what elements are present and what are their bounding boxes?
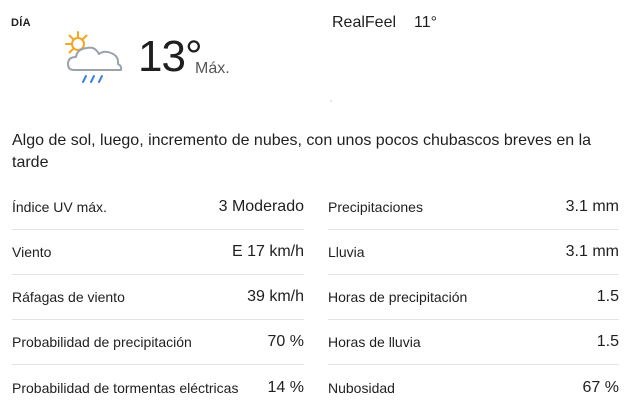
- detail-label: Horas de precipitación: [328, 289, 468, 305]
- detail-value: 3.1 mm: [565, 243, 619, 260]
- detail-label: Ráfagas de viento: [12, 289, 125, 305]
- realfeel-label: RealFeel: [332, 14, 397, 31]
- detail-value: 1.5: [596, 288, 619, 305]
- detail-value: E 17 km/h: [231, 243, 304, 260]
- day-label: DÍA: [11, 17, 31, 29]
- detail-label: Viento: [12, 244, 52, 260]
- detail-row-rain-hours: Horas de lluvia 1.5: [328, 320, 619, 365]
- detail-row-rain: Lluvia 3.1 mm: [328, 230, 619, 275]
- realfeel-value: 11°: [414, 14, 438, 31]
- detail-value: 70 %: [267, 333, 304, 350]
- detail-value: 67 %: [582, 378, 619, 396]
- detail-label: Probabilidad de precipitación: [12, 334, 192, 350]
- max-temperature: 13°: [138, 32, 203, 81]
- detail-label: Horas de lluvia: [328, 334, 421, 350]
- detail-row-gusts: Ráfagas de viento 39 km/h: [12, 275, 304, 320]
- detail-row-cloud-cover: Nubosidad 67 %: [328, 365, 619, 410]
- partly-sunny-showers-icon: [65, 31, 123, 83]
- detail-label: Índice UV máx.: [12, 199, 107, 215]
- details-left-column: Índice UV máx. 3 Moderado Viento E 17 km…: [12, 185, 304, 410]
- detail-value: 3.1 mm: [565, 198, 619, 215]
- detail-label: Nubosidad: [328, 379, 395, 396]
- forecast-phrase: Algo de sol, luego, incremento de nubes,…: [12, 132, 592, 171]
- detail-value: 1.5: [596, 333, 619, 350]
- detail-value: 14 %: [267, 378, 304, 396]
- detail-row-thunderstorm-probability: Probabilidad de tormentas eléctricas 14 …: [12, 365, 304, 410]
- detail-row-precipitation: Precipitaciones 3.1 mm: [328, 185, 619, 230]
- detail-label: Lluvia: [328, 244, 365, 260]
- detail-value: 3 Moderado: [218, 198, 304, 215]
- divider-dot: [330, 100, 332, 102]
- detail-row-precip-probability: Probabilidad de precipitación 70 %: [12, 320, 304, 365]
- max-temperature-suffix: Máx.: [195, 60, 230, 77]
- detail-label: Probabilidad de tormentas eléctricas: [12, 379, 239, 396]
- detail-row-uv: Índice UV máx. 3 Moderado: [12, 185, 304, 230]
- details-right-column: Precipitaciones 3.1 mm Lluvia 3.1 mm Hor…: [328, 185, 619, 410]
- detail-row-precip-hours: Horas de precipitación 1.5: [328, 275, 619, 320]
- detail-value: 39 km/h: [247, 288, 304, 305]
- detail-label: Precipitaciones: [328, 199, 423, 215]
- detail-row-wind: Viento E 17 km/h: [12, 230, 304, 275]
